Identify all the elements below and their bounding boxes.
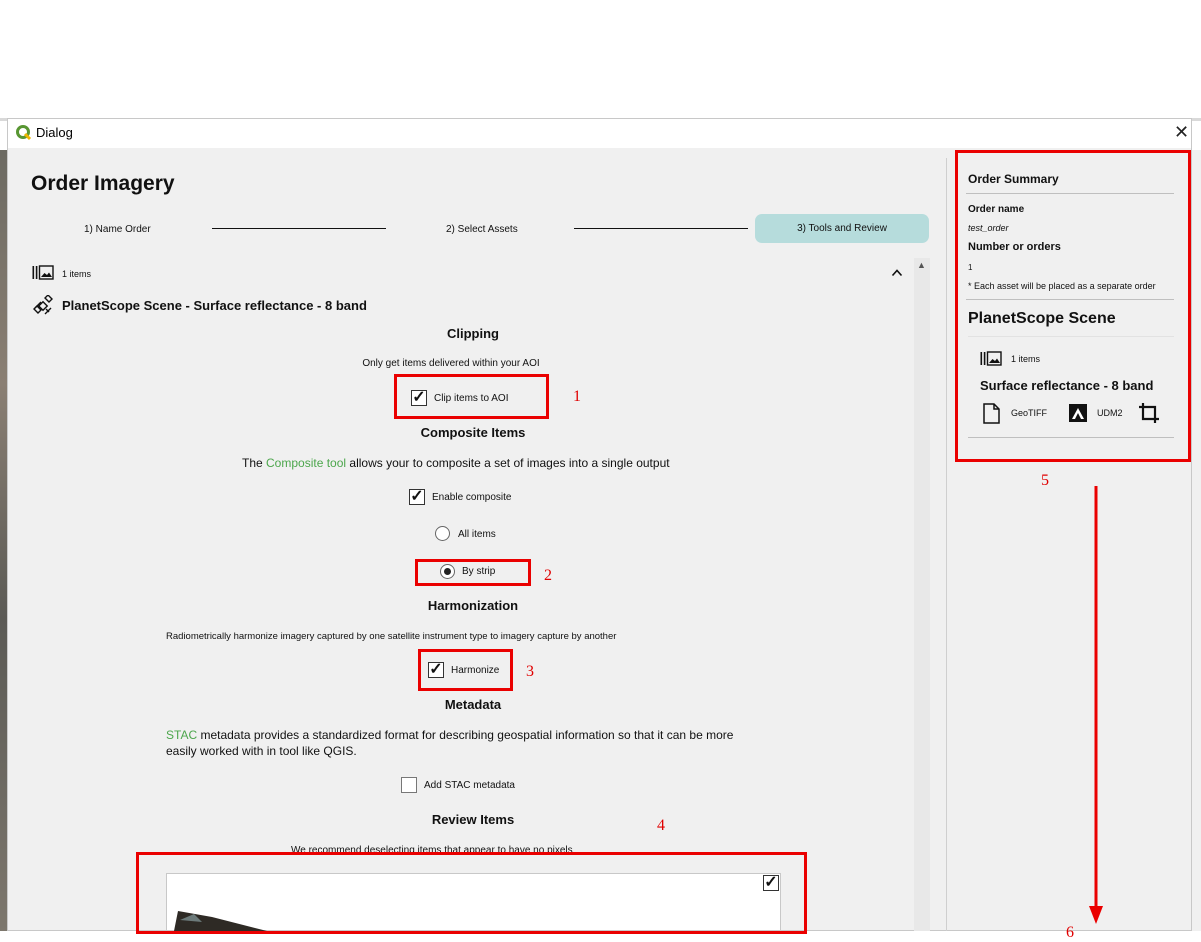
panel-separator bbox=[946, 158, 947, 931]
annotation-box-1 bbox=[394, 374, 549, 419]
items-stack-icon bbox=[32, 265, 54, 280]
harmonization-description: Radiometrically harmonize imagery captur… bbox=[166, 631, 617, 642]
metadata-description-line1: STAC metadata provides a standardized fo… bbox=[166, 728, 733, 742]
step-name-order[interactable]: 1) Name Order bbox=[84, 224, 151, 235]
step-select-assets[interactable]: 2) Select Assets bbox=[446, 224, 518, 235]
annotation-box-5 bbox=[955, 150, 1191, 462]
step-tools-review[interactable]: 3) Tools and Review bbox=[755, 214, 929, 243]
page-title: Order Imagery bbox=[31, 172, 175, 195]
stac-metadata-label[interactable]: Add STAC metadata bbox=[424, 780, 515, 791]
annotation-number-2: 2 bbox=[544, 567, 552, 584]
dialog-title: Dialog bbox=[36, 125, 73, 140]
annotation-number-3: 3 bbox=[526, 663, 534, 680]
clipping-description: Only get items delivered within your AOI bbox=[362, 358, 540, 369]
composite-desc-suffix: allows your to composite a set of images… bbox=[346, 456, 670, 470]
review-title: Review Items bbox=[431, 812, 515, 827]
annotation-box-3 bbox=[418, 649, 513, 691]
annotation-number-5: 5 bbox=[1041, 472, 1049, 489]
annotation-number-4: 4 bbox=[657, 817, 665, 834]
annotation-number-1: 1 bbox=[573, 388, 581, 405]
dialog-titlebar bbox=[8, 119, 1191, 148]
background-app-edge bbox=[1192, 150, 1201, 931]
product-title: PlanetScope Scene - Surface reflectance … bbox=[62, 298, 367, 313]
scrollbar[interactable] bbox=[914, 258, 930, 931]
chevron-up-icon[interactable] bbox=[891, 268, 903, 277]
qgis-logo-icon bbox=[16, 125, 32, 141]
close-icon[interactable]: ✕ bbox=[1174, 122, 1189, 143]
metadata-description-line2: easily worked with in tool like QGIS. bbox=[166, 744, 357, 758]
all-items-radio[interactable] bbox=[435, 526, 450, 541]
all-items-label[interactable]: All items bbox=[458, 529, 496, 540]
clipping-title: Clipping bbox=[447, 326, 499, 341]
stac-metadata-checkbox[interactable] bbox=[401, 777, 417, 793]
composite-title: Composite Items bbox=[420, 425, 526, 440]
composite-tool-link[interactable]: Composite tool bbox=[266, 456, 346, 470]
items-count: 1 items bbox=[62, 269, 92, 279]
metadata-title: Metadata bbox=[444, 697, 502, 712]
composite-desc-prefix: The bbox=[242, 456, 267, 470]
step-connector bbox=[212, 228, 386, 229]
metadata-desc-text: metadata provides a standardized format … bbox=[197, 728, 734, 742]
satellite-icon bbox=[33, 295, 53, 315]
background-map-edge bbox=[0, 150, 7, 931]
annotation-box-2 bbox=[415, 559, 531, 586]
annotation-number-6: 6 bbox=[1066, 924, 1074, 941]
step-connector bbox=[574, 228, 748, 229]
harmonization-title: Harmonization bbox=[427, 598, 519, 613]
annotation-box-4 bbox=[136, 852, 807, 934]
annotation-arrow bbox=[1089, 486, 1103, 924]
enable-composite-checkbox[interactable]: ✓ bbox=[409, 489, 425, 505]
enable-composite-label[interactable]: Enable composite bbox=[432, 492, 512, 503]
composite-description: The Composite tool allows your to compos… bbox=[242, 456, 670, 470]
scroll-up-arrow-icon[interactable]: ▲ bbox=[917, 260, 926, 270]
step-tools-review-label: 3) Tools and Review bbox=[797, 223, 887, 234]
stac-link[interactable]: STAC bbox=[166, 728, 197, 742]
